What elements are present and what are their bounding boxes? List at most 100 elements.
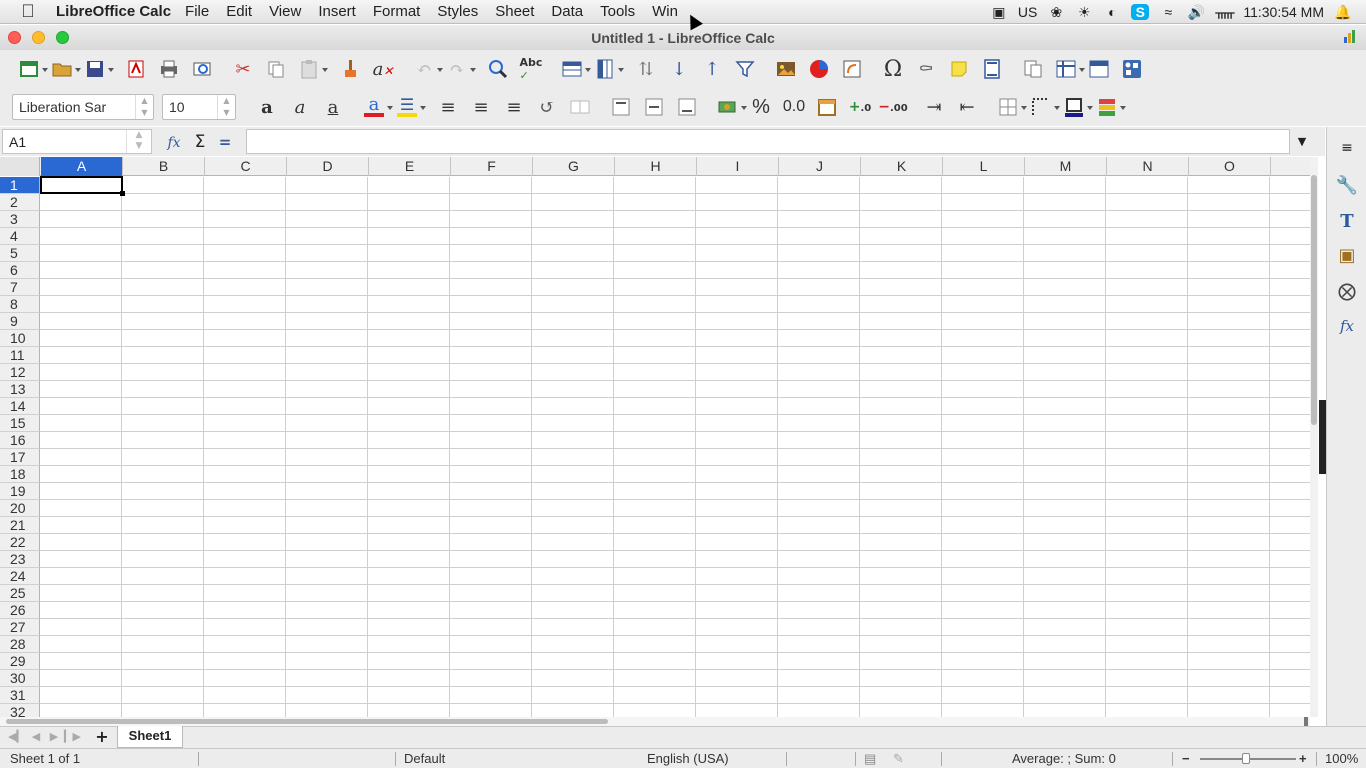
insert-chart-button[interactable]	[804, 55, 834, 83]
row-header-11[interactable]: 11	[0, 347, 40, 364]
sort-button[interactable]: ⇅	[631, 55, 661, 83]
row-header-21[interactable]: 21	[0, 517, 40, 534]
insert-pivot-table-button[interactable]	[837, 55, 867, 83]
functions-button[interactable]: fx	[1334, 313, 1360, 339]
hyperlink-button[interactable]: ⚰	[911, 55, 941, 83]
zoom-in-button[interactable]: +	[1299, 751, 1307, 766]
italic-button[interactable]: a	[285, 93, 315, 121]
sidebar-collapse-handle[interactable]	[1319, 400, 1326, 474]
bold-button[interactable]: a	[252, 93, 282, 121]
sum-button[interactable]: Σ	[190, 132, 210, 152]
menu-sheet[interactable]: Sheet	[495, 3, 534, 20]
menu-format[interactable]: Format	[373, 3, 421, 20]
selection-summary[interactable]: Average: ; Sum: 0	[1012, 751, 1116, 766]
function-wizard-button[interactable]: fx	[164, 132, 184, 152]
menu-file[interactable]: File	[185, 3, 209, 20]
merge-cells-button[interactable]	[565, 93, 595, 121]
print-button[interactable]	[154, 55, 184, 83]
document-modified-icon[interactable]: ✎	[893, 751, 904, 767]
row-header-5[interactable]: 5	[0, 245, 40, 262]
column-header-o[interactable]: O	[1189, 157, 1271, 176]
column-header-j[interactable]: J	[779, 157, 861, 176]
name-box[interactable]: A1 ▲ ▼	[2, 129, 152, 154]
delete-decimal-place-button[interactable]: −.00	[878, 93, 908, 121]
headers-footers-button[interactable]	[977, 55, 1007, 83]
comment-button[interactable]	[944, 55, 974, 83]
cut-button[interactable]: ✂	[228, 55, 258, 83]
align-center-button[interactable]: ≡	[466, 93, 496, 121]
row-header-12[interactable]: 12	[0, 364, 40, 381]
column-header-h[interactable]: H	[615, 157, 697, 176]
styles-button[interactable]: T	[1334, 209, 1360, 235]
clone-formatting-button[interactable]	[335, 55, 365, 83]
brightness-icon[interactable]: ☀	[1075, 4, 1093, 20]
expand-formula-bar-button[interactable]: ▼	[1292, 129, 1312, 154]
row-button[interactable]	[557, 55, 591, 83]
language[interactable]: English (USA)	[647, 751, 729, 766]
border-color-button[interactable]	[1059, 93, 1093, 121]
row-header-15[interactable]: 15	[0, 415, 40, 432]
night-mode-icon[interactable]: ◐	[1103, 4, 1121, 20]
spelling-button[interactable]: Abc ✓	[516, 55, 546, 83]
previous-sheet-button[interactable]: ◀	[28, 729, 44, 745]
horizontal-scroll-thumb[interactable]	[6, 719, 608, 724]
column-header-k[interactable]: K	[861, 157, 943, 176]
number-format-button[interactable]: 0.0	[779, 93, 809, 121]
border-style-button[interactable]	[1026, 93, 1060, 121]
show-draw-functions-button[interactable]	[1117, 55, 1147, 83]
align-left-button[interactable]: ≡	[433, 93, 463, 121]
save-button[interactable]	[80, 55, 114, 83]
column-header-e[interactable]: E	[369, 157, 451, 176]
skype-icon[interactable]: S	[1131, 3, 1150, 20]
percent-format-button[interactable]: %	[746, 93, 776, 121]
row-header-29[interactable]: 29	[0, 653, 40, 670]
column-header-l[interactable]: L	[943, 157, 1025, 176]
row-header-19[interactable]: 19	[0, 483, 40, 500]
column-header-i[interactable]: I	[697, 157, 779, 176]
zoom-slider-knob[interactable]	[1242, 753, 1250, 764]
active-cell-cursor[interactable]	[40, 176, 125, 196]
undo-button[interactable]: ↶	[409, 55, 443, 83]
navigator-button[interactable]: ⨂	[1334, 279, 1360, 305]
column-header-b[interactable]: B	[123, 157, 205, 176]
freeze-rows-columns-button[interactable]	[1051, 55, 1085, 83]
special-character-button[interactable]: Ω	[878, 55, 908, 83]
row-header-3[interactable]: 3	[0, 211, 40, 228]
share-icon[interactable]: ❀	[1047, 4, 1065, 20]
input-source-icon[interactable]: ▣	[990, 4, 1008, 20]
column-header-n[interactable]: N	[1107, 157, 1189, 176]
row-header-28[interactable]: 28	[0, 636, 40, 653]
selection-mode-icon[interactable]: ▤	[864, 751, 876, 767]
currency-format-button[interactable]	[713, 93, 747, 121]
row-header-13[interactable]: 13	[0, 381, 40, 398]
wrap-text-button[interactable]: ↺	[532, 93, 562, 121]
row-header-6[interactable]: 6	[0, 262, 40, 279]
keyboard-layout[interactable]: US	[1018, 4, 1037, 20]
row-header-25[interactable]: 25	[0, 585, 40, 602]
row-header-24[interactable]: 24	[0, 568, 40, 585]
menu-view[interactable]: View	[269, 3, 301, 20]
formula-button[interactable]: =	[215, 132, 235, 152]
row-header-7[interactable]: 7	[0, 279, 40, 296]
date-format-button[interactable]	[812, 93, 842, 121]
row-header-17[interactable]: 17	[0, 449, 40, 466]
sort-ascending-button[interactable]: ↓	[664, 55, 694, 83]
conditional-format-button[interactable]	[1092, 93, 1126, 121]
row-header-8[interactable]: 8	[0, 296, 40, 313]
page-style[interactable]: Default	[404, 751, 445, 766]
new-document-button[interactable]	[14, 55, 48, 83]
column-header-a[interactable]: A	[41, 157, 123, 176]
borders-button[interactable]	[993, 93, 1027, 121]
align-bottom-button[interactable]	[672, 93, 702, 121]
clock[interactable]: 11:30:54 MM	[1243, 4, 1324, 20]
select-all-corner[interactable]	[0, 157, 40, 176]
column-header-d[interactable]: D	[287, 157, 369, 176]
next-sheet-button[interactable]: ▶	[46, 729, 62, 745]
autofilter-button[interactable]	[730, 55, 760, 83]
menu-window[interactable]: Win	[652, 3, 678, 20]
name-box-spinner-icon[interactable]: ▲ ▼	[126, 130, 151, 153]
sidebar-menu-button[interactable]: ≡	[1334, 135, 1360, 161]
last-sheet-button[interactable]: ▎▶	[64, 729, 81, 745]
row-header-9[interactable]: 9	[0, 313, 40, 330]
row-header-22[interactable]: 22	[0, 534, 40, 551]
